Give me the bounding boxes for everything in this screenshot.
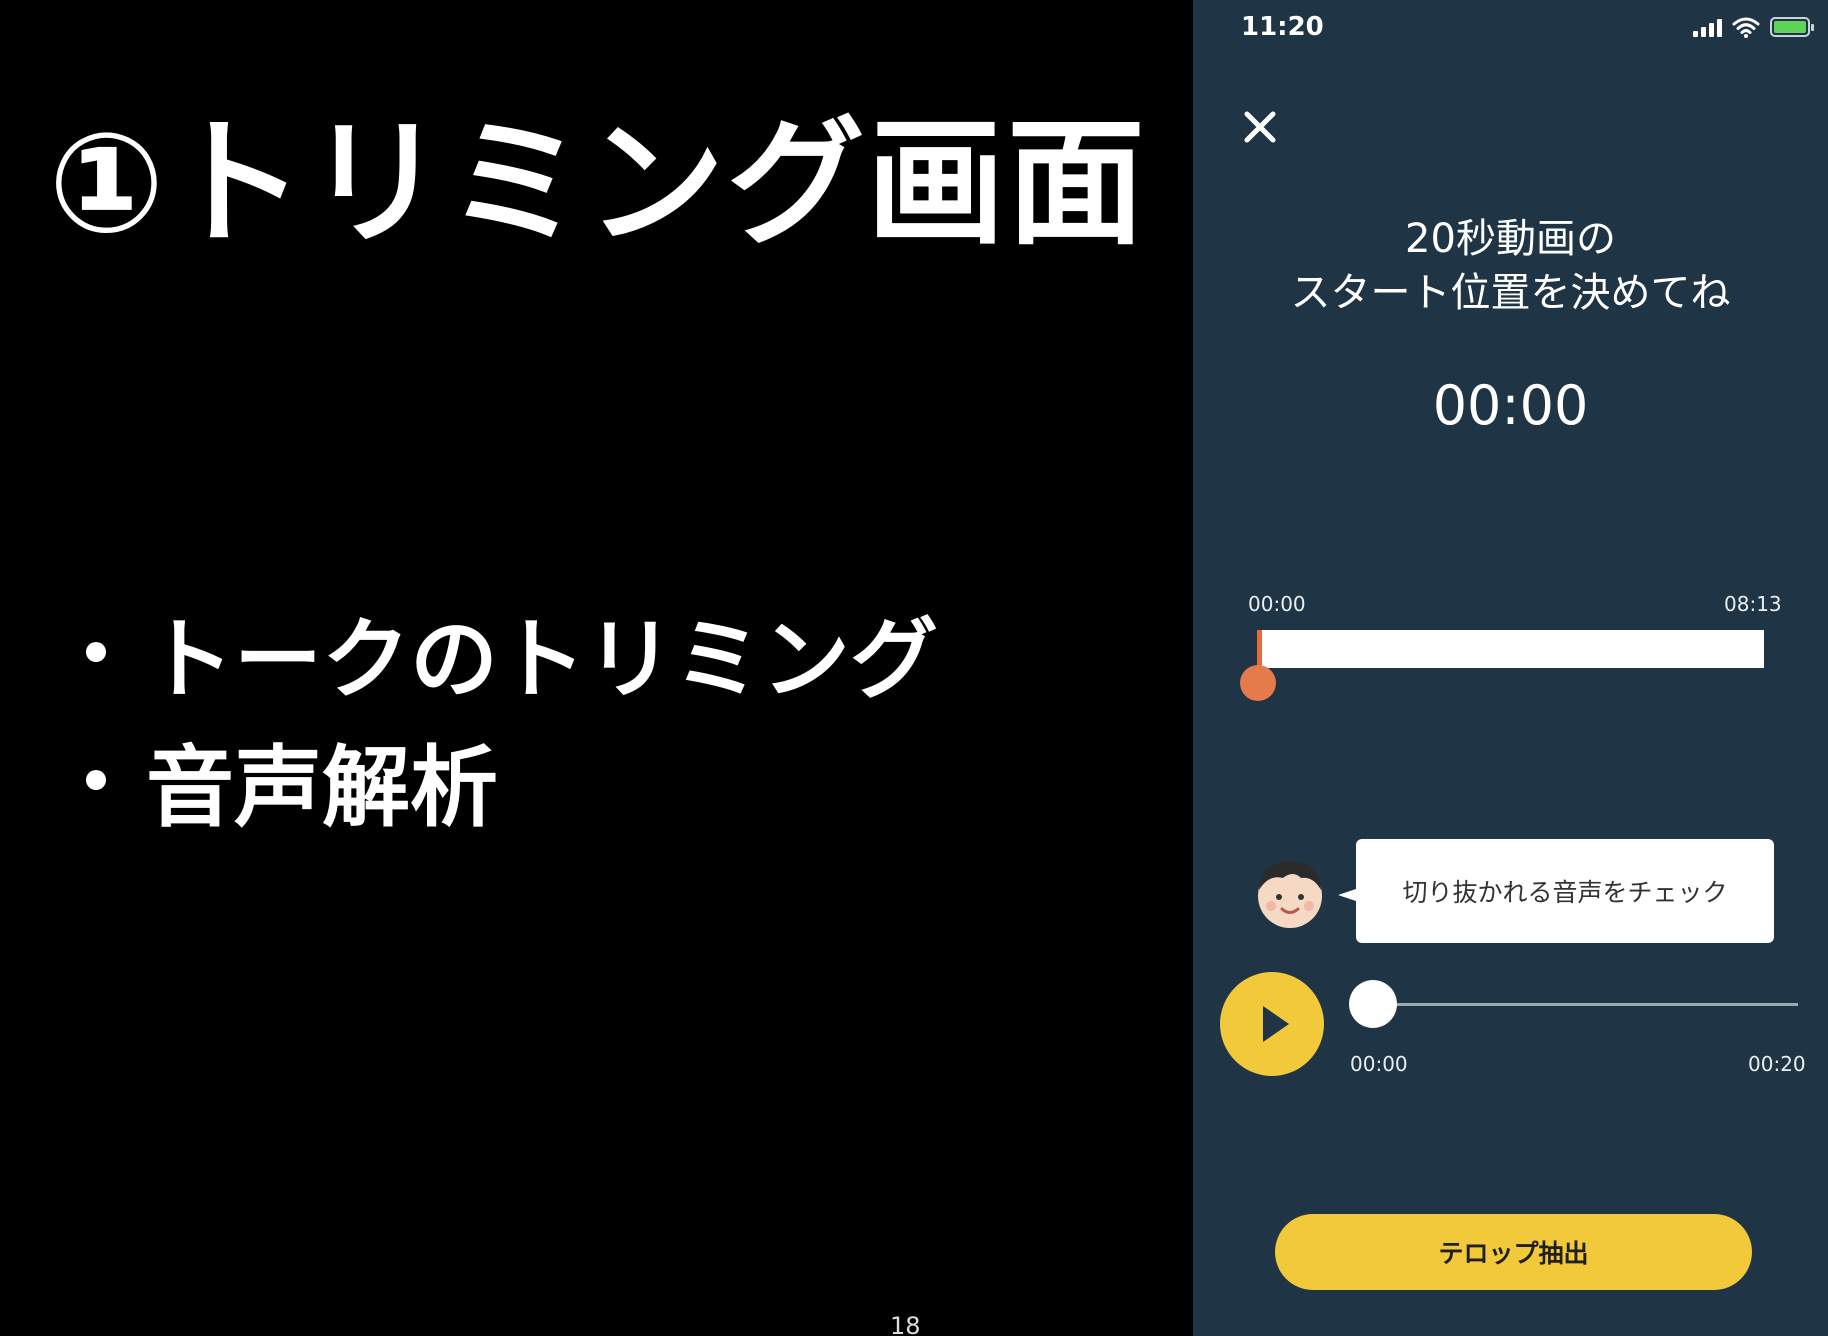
bullet-text: トークのトリミング bbox=[146, 607, 939, 711]
trim-end-label: 08:13 bbox=[1724, 592, 1782, 616]
battery-charging-icon bbox=[1770, 17, 1814, 37]
avatar bbox=[1258, 861, 1322, 928]
trim-start-label: 00:00 bbox=[1248, 592, 1306, 616]
trim-waveform-bar[interactable] bbox=[1259, 630, 1764, 668]
preview-slider-track[interactable] bbox=[1373, 1003, 1798, 1006]
instruction-text: 20秒動画の スタート位置を決めてね bbox=[1193, 212, 1828, 320]
signal-icon bbox=[1693, 17, 1722, 37]
bullet-dot-icon bbox=[86, 770, 106, 790]
status-icons bbox=[1693, 16, 1814, 38]
instruction-line: スタート位置を決めてね bbox=[1290, 270, 1731, 316]
preview-end-label: 00:20 bbox=[1748, 1052, 1806, 1076]
extract-telop-button[interactable]: テロップ抽出 bbox=[1275, 1214, 1752, 1290]
wifi-icon bbox=[1732, 17, 1760, 38]
bullet-list: トークのトリミング 音声解析 bbox=[86, 588, 938, 844]
play-button[interactable] bbox=[1220, 972, 1324, 1076]
close-button[interactable] bbox=[1237, 104, 1283, 150]
screen: ①トリミング画面 トークのトリミング 音声解析 18 11:20 20秒動画の … bbox=[0, 0, 1828, 1336]
slide-title: ①トリミング画面 bbox=[48, 103, 1147, 264]
trim-start-handle[interactable] bbox=[1240, 665, 1276, 701]
instruction-line: 20秒動画の bbox=[1405, 216, 1616, 262]
preview-start-label: 00:00 bbox=[1350, 1052, 1408, 1076]
page-number: 18 bbox=[890, 1312, 921, 1336]
phone-screen: 11:20 20秒動画の スタート位置を決めてね 00:00 00:00 08:… bbox=[1193, 0, 1828, 1336]
current-time-display: 00:00 bbox=[1432, 374, 1589, 437]
bullet-item: トークのトリミング bbox=[86, 588, 938, 716]
preview-slider-knob[interactable] bbox=[1349, 980, 1397, 1028]
bullet-dot-icon bbox=[86, 642, 106, 662]
play-icon bbox=[1263, 1006, 1289, 1042]
bullet-text: 音声解析 bbox=[146, 735, 499, 839]
bullet-item: 音声解析 bbox=[86, 716, 938, 844]
battery-level bbox=[1774, 21, 1806, 33]
close-icon bbox=[1244, 111, 1276, 143]
status-time: 11:20 bbox=[1241, 12, 1324, 42]
speech-bubble: 切り抜かれる音声をチェック bbox=[1338, 839, 1774, 943]
